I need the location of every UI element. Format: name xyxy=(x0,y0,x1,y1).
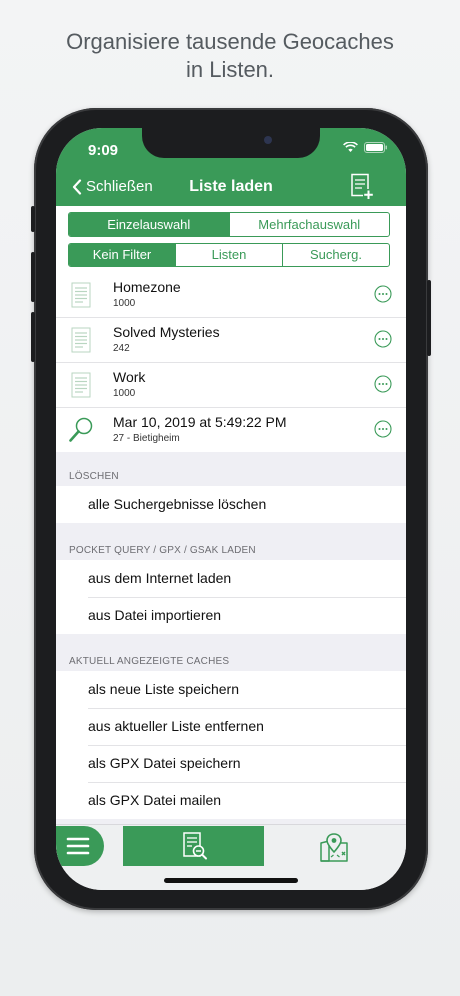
list-title: Solved Mysteries xyxy=(113,324,220,340)
chevron-left-icon xyxy=(72,178,82,195)
menu-button[interactable] xyxy=(56,826,104,866)
front-camera xyxy=(264,136,272,144)
pocket-query-group: aus dem Internet laden aus Datei importi… xyxy=(56,560,406,634)
nav-header: 9:09 Schließen Liste laden xyxy=(56,128,406,206)
volume-up-button xyxy=(31,252,35,302)
wifi-icon xyxy=(343,142,358,152)
notch xyxy=(142,128,320,158)
marketing-caption: Organisiere tausende Geocaches in Listen… xyxy=(0,28,460,84)
power-button xyxy=(427,280,431,356)
saved-lists: Homezone 1000 Solved Mysteries 242 Work … xyxy=(56,273,406,452)
search-result-subtitle: 27 - Bietigheim xyxy=(113,433,180,444)
page-title: Liste laden xyxy=(189,178,273,195)
add-list-button[interactable] xyxy=(350,173,376,206)
battery-icon xyxy=(364,142,387,153)
selection-mode-control: Einzelauswahl Mehrfachauswahl xyxy=(68,212,390,237)
list-item[interactable]: Solved Mysteries 242 xyxy=(56,318,406,363)
delete-all-results-button[interactable]: alle Suchergebnisse löschen xyxy=(56,486,406,523)
list-count: 242 xyxy=(113,343,130,354)
status-time: 9:09 xyxy=(88,142,119,159)
list-count: 1000 xyxy=(113,388,136,399)
remove-from-list-button[interactable]: aus aktueller Liste entfernen xyxy=(56,708,406,745)
volume-down-button xyxy=(31,312,35,362)
more-options-icon[interactable] xyxy=(374,285,392,303)
more-options-icon[interactable] xyxy=(374,375,392,393)
mail-gpx-button[interactable]: als GPX Datei mailen xyxy=(56,782,406,819)
magnifier-icon xyxy=(69,417,93,442)
cell-label: als GPX Datei speichern xyxy=(88,755,241,771)
tab-lists[interactable] xyxy=(123,826,264,866)
list-title: Homezone xyxy=(113,279,181,295)
section-header-pocket-query: POCKET QUERY / GPX / GSAK LADEN xyxy=(69,545,256,556)
document-icon xyxy=(71,327,91,353)
cell-label: als GPX Datei mailen xyxy=(88,792,222,808)
document-icon xyxy=(71,282,91,308)
import-from-file-button[interactable]: aus Datei importieren xyxy=(56,597,406,634)
segment-search-results[interactable]: Sucherg. xyxy=(282,244,389,266)
mute-switch xyxy=(31,206,35,232)
tab-map[interactable] xyxy=(318,831,350,868)
list-search-icon xyxy=(183,832,207,860)
list-count: 1000 xyxy=(113,298,136,309)
search-result-item[interactable]: Mar 10, 2019 at 5:49:22 PM 27 - Bietighe… xyxy=(56,408,406,452)
cell-label: aus aktueller Liste entfernen xyxy=(88,718,264,734)
add-list-icon xyxy=(351,173,374,200)
back-label: Schließen xyxy=(86,178,153,195)
save-gpx-button[interactable]: als GPX Datei speichern xyxy=(56,745,406,782)
segment-single-selection[interactable]: Einzelauswahl xyxy=(69,213,229,236)
segment-no-filter[interactable]: Kein Filter xyxy=(69,244,175,266)
hamburger-icon xyxy=(66,837,90,855)
section-header-current: AKTUELL ANGEZEIGTE CACHES xyxy=(69,656,230,667)
phone-screen: 9:09 Schließen Liste laden Einzelauswahl… xyxy=(56,128,406,890)
back-button[interactable]: Schließen xyxy=(72,178,153,195)
cell-label: als neue Liste speichern xyxy=(88,681,239,697)
more-options-icon[interactable] xyxy=(374,330,392,348)
segment-lists[interactable]: Listen xyxy=(175,244,282,266)
filter-control: Kein Filter Listen Sucherg. xyxy=(68,243,390,267)
filter-area: Einzelauswahl Mehrfachauswahl Kein Filte… xyxy=(56,206,406,273)
list-title: Work xyxy=(113,369,146,385)
home-indicator xyxy=(164,878,298,883)
status-icons xyxy=(343,142,388,153)
map-pin-icon xyxy=(320,833,348,862)
save-as-new-list-button[interactable]: als neue Liste speichern xyxy=(56,671,406,708)
delete-group: alle Suchergebnisse löschen xyxy=(56,486,406,523)
current-caches-group: als neue Liste speichern aus aktueller L… xyxy=(56,671,406,819)
segment-multi-selection[interactable]: Mehrfachauswahl xyxy=(228,213,390,236)
cell-label: aus Datei importieren xyxy=(88,607,222,623)
list-item[interactable]: Work 1000 xyxy=(56,363,406,408)
load-from-internet-button[interactable]: aus dem Internet laden xyxy=(56,560,406,597)
caption-line-2: in Listen. xyxy=(185,57,275,82)
list-item[interactable]: Homezone 1000 xyxy=(56,273,406,318)
search-result-title: Mar 10, 2019 at 5:49:22 PM xyxy=(113,414,287,430)
section-header-delete: LÖSCHEN xyxy=(69,471,119,482)
caption-line-1: Organisiere tausende Geocaches xyxy=(66,29,394,54)
cell-label: aus dem Internet laden xyxy=(88,570,232,586)
more-options-icon[interactable] xyxy=(374,420,392,438)
document-icon xyxy=(71,372,91,398)
cell-label: alle Suchergebnisse löschen xyxy=(88,496,267,512)
